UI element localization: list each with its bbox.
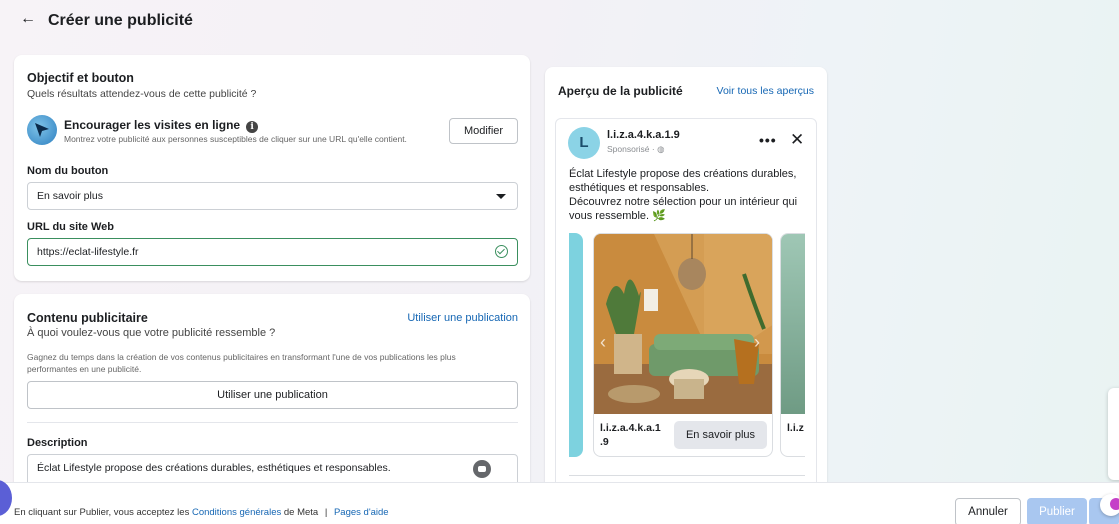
footer-text-middle: de Meta xyxy=(283,507,319,518)
modify-objective-button[interactable]: Modifier xyxy=(449,118,518,144)
objective-title-text: Encourager les visites en ligne xyxy=(64,118,241,132)
footer-legal-text: En cliquant sur Publier, vous acceptez l… xyxy=(14,507,389,518)
content-subheading: À quoi voulez-vous que votre publicité r… xyxy=(27,327,276,339)
objective-heading: Objectif et bouton xyxy=(27,71,134,85)
notification-badge-icon[interactable] xyxy=(1100,494,1119,516)
more-options-icon[interactable]: ••• xyxy=(759,132,777,148)
post-text-line-2: Découvrez notre sélection pour un intéri… xyxy=(569,196,798,222)
footer-separator: | xyxy=(324,507,328,518)
info-icon[interactable]: i xyxy=(246,121,259,133)
button-name-label: Nom du bouton xyxy=(27,165,109,177)
carousel-right-arrow-icon[interactable]: › xyxy=(754,332,760,353)
divider xyxy=(27,422,518,423)
post-divider xyxy=(569,475,805,476)
footer-text-prefix: En cliquant sur Publier, vous acceptez l… xyxy=(14,507,190,518)
objective-title: Encourager les visites en ligne i xyxy=(64,118,259,133)
content-hint: Gagnez du temps dans la création de vos … xyxy=(27,352,456,374)
footer-bar: En cliquant sur Publier, vous acceptez l… xyxy=(0,482,1119,524)
objective-card: Objectif et bouton Quels résultats atten… xyxy=(14,55,530,281)
next-card-name: l.i.z .9 xyxy=(787,422,805,434)
learn-more-button[interactable]: En savoir plus xyxy=(674,421,767,449)
description-label: Description xyxy=(27,437,88,449)
ad-preview-card: Aperçu de la publicité Voir tous les ape… xyxy=(545,67,827,507)
button-name-select[interactable]: En savoir plus xyxy=(27,182,518,210)
description-value: Éclat Lifestyle propose des créations du… xyxy=(37,462,391,474)
carousel-next-card[interactable]: l.i.z .9 xyxy=(780,233,805,457)
publish-button[interactable]: Publier xyxy=(1027,498,1087,524)
carousel-previous-card[interactable] xyxy=(569,233,583,457)
suggestion-icon[interactable] xyxy=(473,460,491,478)
living-room-image xyxy=(594,234,772,414)
use-publication-button[interactable]: Utiliser une publication xyxy=(27,381,518,409)
next-card-image xyxy=(781,234,805,414)
post-preview: L l.i.z.a.4.k.a.1.9 Sponsorisé · ◍ ••• ✕… xyxy=(555,118,817,507)
website-url-value: https://eclat-lifestyle.fr xyxy=(37,246,139,258)
page-title: Créer une publicité xyxy=(48,12,193,29)
close-icon[interactable]: ✕ xyxy=(790,130,804,150)
terms-link[interactable]: Conditions générales xyxy=(192,507,281,518)
arrow-left-icon[interactable]: ← xyxy=(20,10,36,28)
post-text: Éclat Lifestyle propose des créations du… xyxy=(569,167,809,223)
post-text-line-1: Éclat Lifestyle propose des créations du… xyxy=(569,168,797,194)
content-heading: Contenu publicitaire xyxy=(27,311,148,325)
carousel-left-arrow-icon[interactable]: ‹ xyxy=(600,332,606,353)
help-pages-link[interactable]: Pages d'aide xyxy=(334,507,389,518)
account-name: l.i.z.a.4.k.a.1.9 xyxy=(607,129,680,141)
cursor-click-icon xyxy=(27,115,57,145)
use-publication-link[interactable]: Utiliser une publication xyxy=(407,312,518,324)
side-panel-tab[interactable] xyxy=(1108,388,1119,480)
carousel-card[interactable]: ‹ › l.i.z.a.4.k.a.1 .9 En savoir plus xyxy=(593,233,773,457)
website-url-label: URL du site Web xyxy=(27,221,114,233)
cancel-button[interactable]: Annuler xyxy=(955,498,1021,524)
caret-down-icon xyxy=(496,194,506,199)
preview-title: Aperçu de la publicité xyxy=(558,84,683,98)
button-name-value: En savoir plus xyxy=(37,190,103,202)
see-all-previews-link[interactable]: Voir tous les aperçus xyxy=(717,85,814,97)
sponsored-label: Sponsorisé · ◍ xyxy=(607,144,665,154)
objective-description: Montrez votre publicité aux personnes su… xyxy=(64,134,407,144)
avatar: L xyxy=(568,127,600,159)
check-circle-icon xyxy=(495,245,508,258)
carousel[interactable]: ‹ › l.i.z.a.4.k.a.1 .9 En savoir plus l.… xyxy=(569,233,805,461)
carousel-card-name: l.i.z.a.4.k.a.1 .9 xyxy=(600,422,661,448)
website-url-input[interactable]: https://eclat-lifestyle.fr xyxy=(27,238,518,266)
top-bar: ← Créer une publicité xyxy=(0,0,1119,44)
ad-content-card: Contenu publicitaire Utiliser une public… xyxy=(14,294,530,504)
objective-subheading: Quels résultats attendez-vous de cette p… xyxy=(27,88,257,100)
